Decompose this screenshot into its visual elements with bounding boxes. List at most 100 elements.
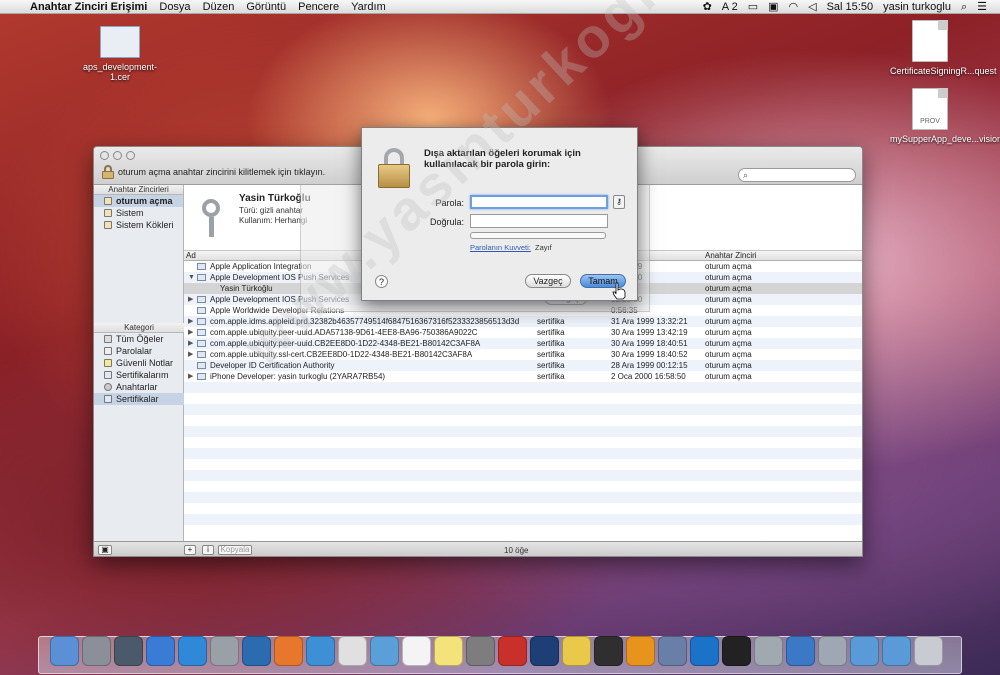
close-button[interactable] — [100, 151, 109, 160]
row-date: 28 Ara 1999 00:12:15 — [611, 361, 688, 370]
category-all-items[interactable]: Tüm Öğeler — [94, 333, 184, 345]
empty-row — [184, 404, 862, 415]
user-menu[interactable]: yasin turkoglu — [878, 0, 956, 14]
view-toggle-button[interactable]: ▣ — [98, 545, 112, 555]
dock-chrome-icon[interactable] — [338, 636, 367, 666]
certificate-icon — [197, 329, 206, 336]
disclosure-triangle[interactable]: ▶ — [188, 338, 193, 349]
sidebar-item-label: Sistem — [116, 208, 144, 218]
disclosure-triangle[interactable]: ▶ — [188, 349, 193, 360]
dock-finder-icon[interactable] — [50, 636, 79, 666]
dock-firefox-icon[interactable] — [274, 636, 303, 666]
password-strength-link[interactable]: Parolanın Kuvveti: — [470, 243, 531, 252]
dock-mission-control-icon[interactable] — [114, 636, 143, 666]
dock-documents-icon[interactable] — [850, 636, 879, 666]
dock-safari-icon[interactable] — [306, 636, 335, 666]
menu-app-name[interactable]: Anahtar Zinciri Erişimi — [24, 0, 153, 14]
category-label: Tüm Öğeler — [116, 334, 164, 344]
clock[interactable]: Sal 15:50 — [822, 0, 878, 14]
dock-utilities-icon[interactable] — [754, 636, 783, 666]
disclosure-triangle[interactable]: ▶ — [188, 294, 193, 305]
battery-icon[interactable]: ▭ — [743, 0, 763, 14]
dock-system-preferences-icon[interactable] — [466, 636, 495, 666]
minimize-button[interactable] — [113, 151, 122, 160]
lock-toggle[interactable]: oturum açma anahtar zincirini kilitlemek… — [102, 165, 325, 179]
volume-icon[interactable]: ◁ — [803, 0, 821, 14]
dock-teamviewer-icon[interactable] — [690, 636, 719, 666]
dock-mail-icon[interactable] — [370, 636, 399, 666]
desktop-file-certificate[interactable]: aps_development-1.cer — [80, 20, 160, 82]
adobe-updates-status[interactable]: A 2 — [717, 0, 743, 14]
column-keychain[interactable]: Anahtar Zinciri — [705, 251, 757, 261]
spotlight-icon[interactable]: ⌕ — [956, 0, 972, 14]
sidebar-item-login[interactable]: oturum açma — [94, 195, 183, 207]
dock-calendar-icon[interactable] — [402, 636, 431, 666]
menu-duzen[interactable]: Düzen — [197, 0, 241, 14]
row-kind: sertifika — [537, 328, 565, 337]
disclosure-triangle[interactable]: ▶ — [188, 327, 193, 338]
row-date: 30 Ara 1999 13:42:19 — [611, 328, 688, 337]
password-strength-value: Zayıf — [535, 243, 552, 252]
zoom-button[interactable] — [126, 151, 135, 160]
menu-pencere[interactable]: Pencere — [292, 0, 345, 14]
notification-list-icon[interactable]: ☰ — [972, 0, 992, 14]
sidebar-item-system-roots[interactable]: Sistem Kökleri — [94, 219, 183, 231]
disclosure-triangle[interactable]: ▼ — [188, 272, 195, 283]
disclosure-triangle[interactable]: ▶ — [188, 316, 193, 327]
window-controls — [100, 151, 135, 160]
add-button[interactable]: + — [184, 545, 196, 555]
category-passwords[interactable]: Parolalar — [94, 345, 184, 357]
info-button[interactable]: i — [202, 545, 214, 555]
dock-stickies-icon[interactable] — [434, 636, 463, 666]
cancel-button[interactable]: Vazgeç — [525, 274, 571, 288]
search-input[interactable]: ⌕ — [738, 168, 856, 182]
dock-terminal-icon[interactable] — [722, 636, 751, 666]
category-list: Kategori Tüm Öğeler Parolalar Güvenli No… — [94, 323, 184, 405]
dock-settings-icon[interactable] — [626, 636, 655, 666]
dock-app-store-icon[interactable] — [178, 636, 207, 666]
verify-field[interactable] — [470, 214, 608, 228]
dock-photoshop-icon[interactable] — [530, 636, 559, 666]
table-row[interactable]: ▶ iPhone Developer: yasin turkoglu (2YARA… — [184, 371, 862, 382]
category-certificates[interactable]: Sertifikalar — [94, 393, 184, 405]
category-my-certificates[interactable]: Sertifikalarım — [94, 369, 184, 381]
adobe-icon[interactable]: ✿ — [698, 0, 717, 14]
detail-type: Türü: gizli anahtar — [239, 206, 304, 215]
row-keychain: oturum açma — [705, 284, 752, 293]
menu-dosya[interactable]: Dosya — [153, 0, 196, 14]
disclosure-triangle[interactable]: ▶ — [188, 371, 193, 382]
password-field[interactable] — [470, 195, 608, 209]
display-icon[interactable]: ▣ — [763, 0, 783, 14]
dock-notes-icon[interactable] — [562, 636, 591, 666]
dock-launchpad-icon[interactable] — [82, 636, 111, 666]
dock-keychain-icon[interactable] — [818, 636, 847, 666]
dock-xcode-icon[interactable] — [658, 636, 687, 666]
desktop-file-provision[interactable]: PROV mySupperApp_deve...vision — [890, 88, 1000, 144]
dock-google-earth-icon[interactable] — [242, 636, 271, 666]
password-assistant-key-icon[interactable]: ⚷ — [613, 195, 625, 209]
row-keychain: oturum açma — [705, 262, 752, 271]
column-name[interactable]: Ad — [186, 251, 196, 261]
detail-usage: Kullanım: Herhangi — [239, 216, 308, 225]
desktop-file-label: aps_development-1.cer — [82, 62, 158, 82]
row-keychain: oturum açma — [705, 372, 752, 381]
dock-itunes-icon[interactable] — [146, 636, 175, 666]
category-secure-notes[interactable]: Güvenli Notlar — [94, 357, 184, 369]
wifi-icon[interactable]: ◠ — [784, 0, 804, 14]
category-keys[interactable]: Anahtarlar — [94, 381, 184, 393]
dock-activity-monitor-icon[interactable] — [594, 636, 623, 666]
lock-icon[interactable] — [102, 165, 114, 179]
dock-preview-icon[interactable] — [210, 636, 239, 666]
row-keychain: oturum açma — [705, 350, 752, 359]
dock-instruments-icon[interactable] — [786, 636, 815, 666]
dock-icons — [50, 636, 943, 666]
menu-yardim[interactable]: Yardım — [345, 0, 392, 14]
dock-trash-icon[interactable] — [914, 636, 943, 666]
copy-button[interactable]: Kopyala — [218, 545, 252, 555]
sidebar-item-system[interactable]: Sistem — [94, 207, 183, 219]
dock-downloads-icon[interactable] — [882, 636, 911, 666]
empty-row — [184, 470, 862, 481]
menu-goruntu[interactable]: Görüntü — [240, 0, 292, 14]
dock-filezilla-icon[interactable] — [498, 636, 527, 666]
desktop-file-csr[interactable]: CertificateSigningR...quest — [890, 20, 997, 76]
